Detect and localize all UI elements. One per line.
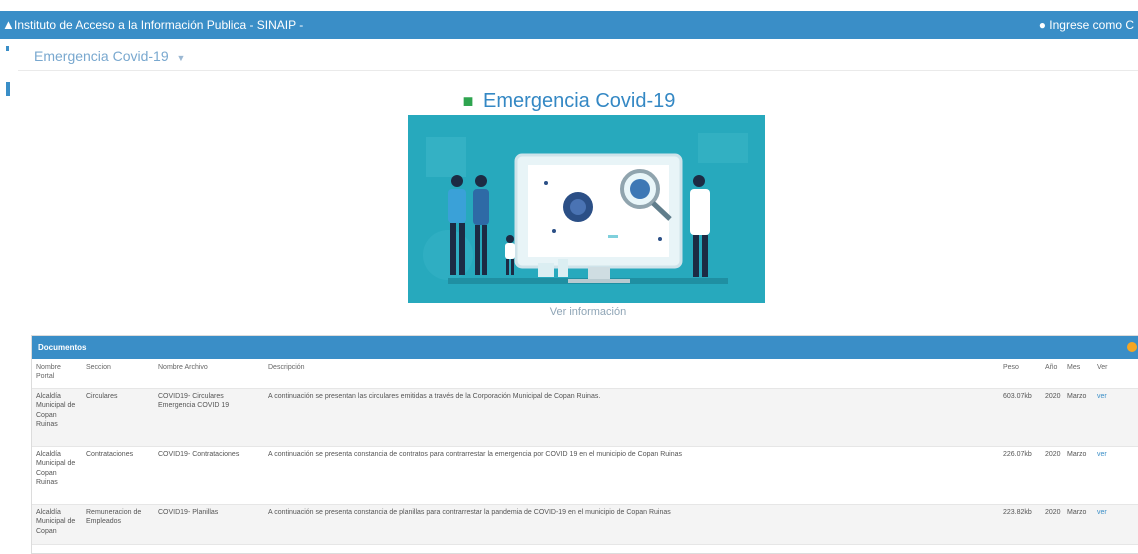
hero-illustration <box>408 115 765 303</box>
documents-panel-title: Documentos <box>38 343 87 352</box>
cell-archivo: COVID19- Planillas <box>154 504 264 545</box>
column-header: Nombre Portal <box>32 359 82 389</box>
documents-table: Nombre Portal Seccion Nombre Archivo Des… <box>32 359 1138 545</box>
cell-mes: Marzo <box>1063 504 1093 545</box>
cell-portal: Alcaldía Municipal de Copan <box>32 504 82 545</box>
ver-link[interactable]: ver <box>1093 388 1138 447</box>
column-header: Nombre Archivo <box>154 359 264 389</box>
login-label: Ingrese como C <box>1049 18 1134 32</box>
user-icon: ▲ <box>2 17 15 32</box>
column-header: Año <box>1041 359 1063 389</box>
login-link[interactable]: ● Ingrese como C <box>1039 18 1134 32</box>
documents-panel-header: Documentos <box>32 336 1138 359</box>
page-title: ■ Emergencia Covid-19 <box>0 90 1138 113</box>
table-row: Alcaldía Municipal de Copan Ruinas Circu… <box>32 388 1138 447</box>
column-header: Peso <box>999 359 1041 389</box>
cell-seccion: Remuneracion de Empleados <box>82 504 154 545</box>
column-header: Descripción <box>264 359 999 389</box>
chevron-down-icon: ▼ <box>176 53 186 63</box>
cell-portal: Alcaldía Municipal de Copan Ruinas <box>32 446 82 505</box>
table-row: Alcaldía Municipal de Copan Remuneracion… <box>32 504 1138 545</box>
cell-descripcion: A continuación se presenta constancia de… <box>264 504 999 545</box>
breadcrumb-label: Emergencia Covid-19 <box>34 48 169 64</box>
cell-peso: 603.07kb <box>999 388 1041 447</box>
cell-descripcion: A continuación se presentan las circular… <box>264 388 999 447</box>
covid-illustration <box>408 115 765 303</box>
ver-link[interactable]: ver <box>1093 446 1138 505</box>
ver-link[interactable]: ver <box>1093 504 1138 545</box>
truck-icon: ■ <box>462 91 474 111</box>
circle-badge-icon[interactable] <box>1127 342 1137 352</box>
cell-seccion: Circulares <box>82 388 154 447</box>
cell-archivo: COVID19- Circulares Emergencia COVID 19 <box>154 388 264 447</box>
cell-peso: 226.07kb <box>999 446 1041 505</box>
cell-anio: 2020 <box>1041 446 1063 505</box>
cell-mes: Marzo <box>1063 388 1093 447</box>
cell-archivo: COVID19- Contrataciones <box>154 446 264 505</box>
documents-panel: Documentos Nombre Portal Seccion Nombre … <box>31 335 1138 554</box>
cell-seccion: Contrataciones <box>82 446 154 505</box>
rail-marker <box>6 46 9 51</box>
page-title-label: Emergencia Covid-19 <box>483 90 676 112</box>
site-title[interactable]: Instituto de Acceso a la Información Pub… <box>14 18 303 32</box>
cell-peso: 223.82kb <box>999 504 1041 545</box>
table-row: Alcaldía Municipal de Copan Ruinas Contr… <box>32 446 1138 505</box>
cell-portal: Alcaldía Municipal de Copan Ruinas <box>32 388 82 447</box>
column-header: Seccion <box>82 359 154 389</box>
cell-anio: 2020 <box>1041 504 1063 545</box>
column-header: Ver <box>1093 359 1138 389</box>
top-navbar: ▲ Instituto de Acceso a la Información P… <box>0 11 1138 39</box>
column-header: Mes <box>1063 359 1093 389</box>
ver-informacion-link[interactable]: Ver información <box>0 306 1138 318</box>
cell-anio: 2020 <box>1041 388 1063 447</box>
table-header-row: Nombre Portal Seccion Nombre Archivo Des… <box>32 359 1138 389</box>
breadcrumb[interactable]: Emergencia Covid-19 ▼ <box>34 48 185 64</box>
cell-descripcion: A continuación se presenta constancia de… <box>264 446 999 505</box>
breadcrumb-bar: Emergencia Covid-19 ▼ <box>18 40 1138 71</box>
user-icon: ● <box>1038 18 1046 32</box>
cell-mes: Marzo <box>1063 446 1093 505</box>
